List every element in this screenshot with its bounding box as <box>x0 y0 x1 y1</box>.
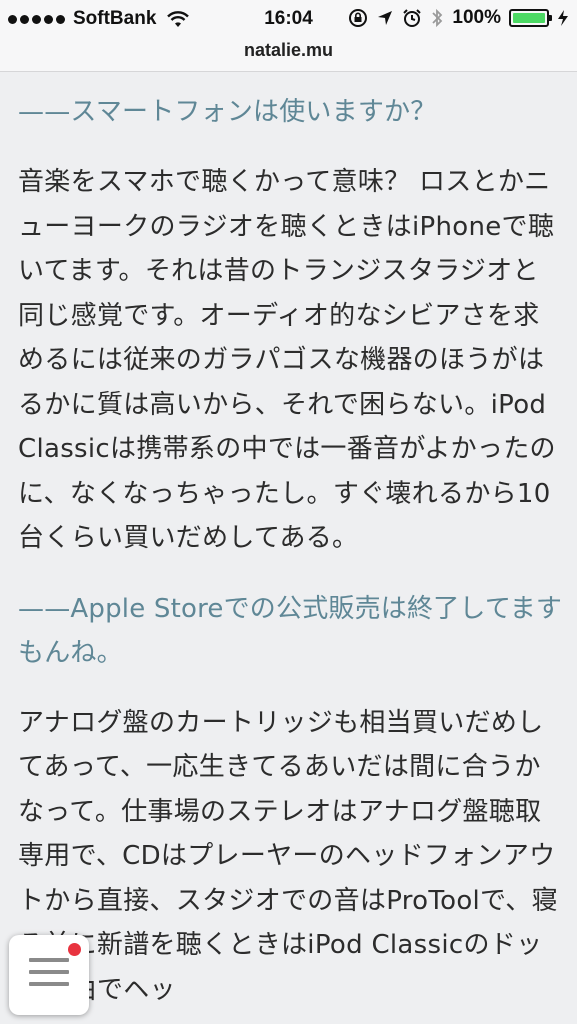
interview-answer: 音楽をスマホで聴くかって意味？ ロスとかニューヨークのラジオを聴くときはiPho… <box>18 167 556 553</box>
status-bar: SoftBank 16:04 100% <box>0 0 577 36</box>
article-body: ——スマートフォンは使いますか？ 音楽をスマホで聴くかって意味？ ロスとかニュー… <box>18 84 563 1024</box>
alarm-icon <box>403 9 422 27</box>
notification-badge <box>68 943 81 956</box>
menu-button[interactable] <box>9 935 89 1015</box>
interview-question: ——スマートフォンは使いますか？ <box>18 97 437 127</box>
rotation-lock-icon <box>349 9 368 27</box>
hamburger-icon <box>29 958 69 994</box>
screen: SoftBank 16:04 100% natalie.mu ——スマートフォン… <box>0 0 577 1024</box>
url-text: natalie.mu <box>243 40 334 60</box>
battery-level <box>513 13 545 23</box>
charging-icon <box>558 10 568 26</box>
address-bar[interactable]: natalie.mu <box>0 36 577 72</box>
interview-answer: アナログ盤のカートリッジも相当買いだめしてあって、一応生きてるあいだは間に合うか… <box>18 707 558 1005</box>
bluetooth-icon <box>432 8 443 28</box>
battery-percentage: 100% <box>452 7 501 28</box>
status-right: 100% <box>348 7 569 29</box>
interview-question: ——Apple Storeでの公式販売は終了してますもんね。 <box>18 593 563 668</box>
battery-icon <box>509 9 552 27</box>
location-icon <box>378 11 393 25</box>
